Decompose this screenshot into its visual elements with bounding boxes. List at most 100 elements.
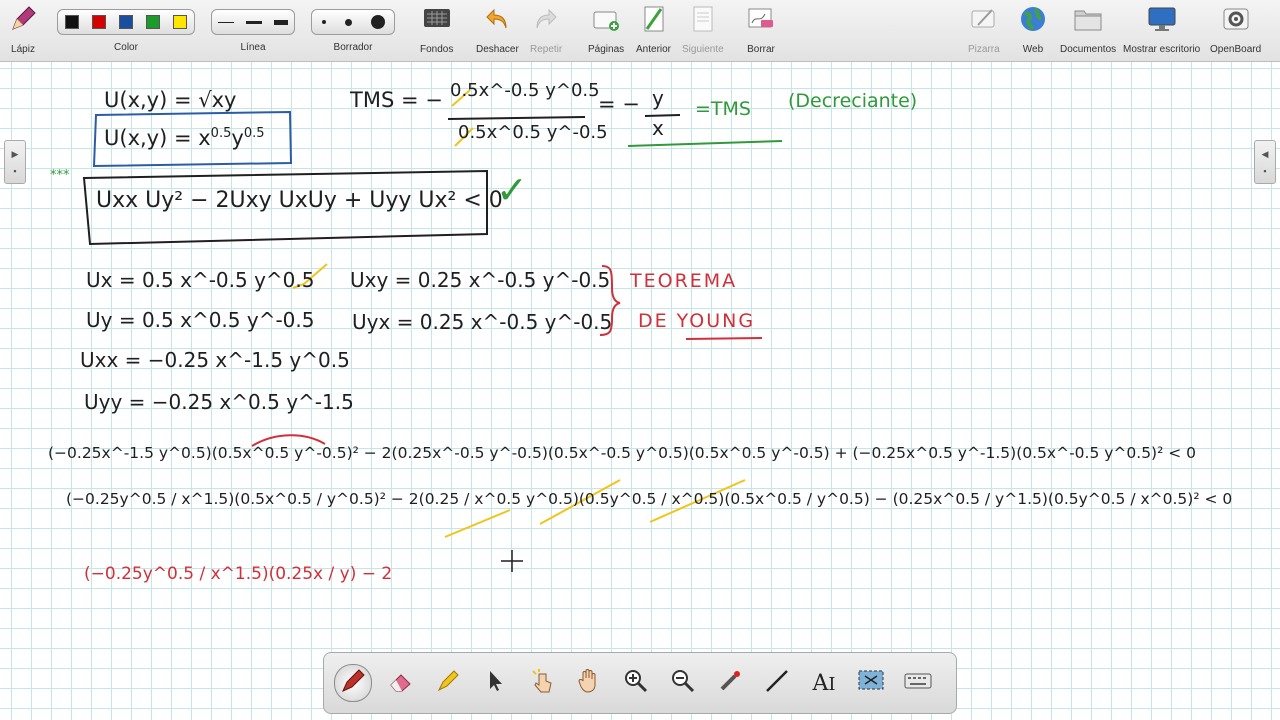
clear-page-icon <box>746 4 776 34</box>
pointer-icon <box>484 669 506 698</box>
color-swatch-yellow[interactable] <box>173 15 188 29</box>
documents-label: Documentos <box>1060 44 1117 55</box>
tms-y: y <box>652 86 664 110</box>
next-page-icon <box>688 4 718 34</box>
text-icon: AI <box>812 670 836 696</box>
documents-button[interactable]: Documentos <box>1060 4 1116 55</box>
zoom-in-tool-button[interactable] <box>618 665 654 701</box>
color-swatch-green[interactable] <box>146 15 161 29</box>
next-page-button[interactable]: Siguiente <box>682 4 724 55</box>
pen-icon <box>8 4 38 34</box>
backgrounds-button[interactable]: Fondos <box>420 4 453 55</box>
tool-palette: AI <box>323 652 957 714</box>
derivative-ux: Ux = 0.5 x^-0.5 y^0.5 <box>86 268 315 292</box>
redo-button[interactable]: Repetir <box>530 4 562 55</box>
pen-label: Lápiz <box>11 44 35 55</box>
openboard-menu-button[interactable]: OpenBoard <box>1210 4 1261 55</box>
main-toolbar: Lápiz Color Línea Borrador Fondos Deshac… <box>0 0 1280 62</box>
tms-fraction-bar <box>447 116 586 120</box>
derivative-uxx: Uxx = −0.25 x^-1.5 y^0.5 <box>80 348 350 372</box>
folder-icon <box>1073 4 1103 34</box>
green-check-icon: ✓ <box>496 168 528 212</box>
utility-power-y: y <box>231 126 244 150</box>
previous-label: Anterior <box>636 44 672 55</box>
line-width-picker[interactable] <box>211 9 295 35</box>
line-tool-button[interactable] <box>759 665 795 701</box>
pen-tool-button[interactable] <box>334 664 372 702</box>
laser-icon <box>717 668 743 699</box>
laser-tool-button[interactable] <box>712 665 748 701</box>
hand-icon <box>577 668 601 699</box>
derivative-uyy: Uyy = −0.25 x^0.5 y^-1.5 <box>84 390 354 414</box>
pen-tool[interactable]: Lápiz <box>8 4 38 55</box>
tms-prefix: TMS = − <box>350 88 443 112</box>
pages-label: Páginas <box>588 44 625 55</box>
color-swatch-black[interactable] <box>64 15 79 29</box>
eraser-label: Borrador <box>333 42 373 53</box>
eraser-small[interactable] <box>321 20 326 24</box>
color-label: Color <box>114 42 138 53</box>
zoom-out-tool-button[interactable] <box>665 665 701 701</box>
tms-numerator: 0.5x^-0.5 y^0.5 <box>450 80 600 101</box>
zoom-in-icon <box>623 668 649 699</box>
tms-equals: = − <box>598 92 640 116</box>
board-mode-button[interactable]: Pizarra <box>968 4 1000 55</box>
tms-result: =TMS <box>695 98 751 120</box>
zoom-out-icon <box>670 668 696 699</box>
young-underline <box>685 337 763 340</box>
redo-label: Repetir <box>530 44 563 55</box>
hand-tool-button[interactable] <box>571 665 607 701</box>
eraser-medium[interactable] <box>344 18 352 26</box>
capture-tool-button[interactable] <box>853 665 889 701</box>
undo-label: Deshacer <box>476 44 519 55</box>
yellow-strike-3 <box>444 509 511 538</box>
interact-tool-button[interactable] <box>524 665 560 701</box>
web-button[interactable]: Web <box>1018 4 1048 55</box>
utility-power-exp-y: 0.5 <box>243 126 265 141</box>
fractional-condition: (−0.25y^0.5 / x^1.5)(0.5x^0.5 / y^0.5)² … <box>66 490 1233 508</box>
color-picker[interactable] <box>57 9 195 35</box>
line-label: Línea <box>240 42 266 53</box>
clear-page-button[interactable]: Borrar <box>746 4 776 55</box>
utility-power-base: U(x,y) = x <box>104 126 211 150</box>
derivative-uxy: Uxy = 0.25 x^-0.5 y^-0.5 <box>350 268 611 292</box>
line-thick[interactable] <box>274 19 288 25</box>
expanded-condition: (−0.25x^-1.5 y^0.5)(0.5x^0.5 y^-0.5)² − … <box>48 444 1197 462</box>
globe-icon <box>1018 4 1048 34</box>
theorem-title-line1: TEOREMA <box>630 270 738 292</box>
color-swatch-red[interactable] <box>91 15 106 29</box>
whiteboard-canvas[interactable]: ▶ ▪ ◀ ▪ U(x,y) = √xy U(x,y) = x0.5y0.5 T… <box>0 62 1280 720</box>
pen-icon <box>340 668 366 699</box>
undo-button[interactable]: Deshacer <box>476 4 519 55</box>
red-working-step: (−0.25y^0.5 / x^1.5)(0.25x / y) − 2 <box>84 564 393 584</box>
keyboard-tool-button[interactable] <box>900 665 936 701</box>
pointer-tool-button[interactable] <box>477 665 513 701</box>
line-thin[interactable] <box>218 21 234 23</box>
eraser-tool-button[interactable] <box>383 665 419 701</box>
eraser-size-picker[interactable] <box>311 9 395 35</box>
show-desktop-button[interactable]: Mostrar escritorio <box>1123 4 1200 55</box>
desktop-label: Mostrar escritorio <box>1123 44 1201 55</box>
eraser-large[interactable] <box>370 15 385 29</box>
tms-underline <box>627 140 783 147</box>
next-label: Siguiente <box>682 44 724 55</box>
previous-page-button[interactable]: Anterior <box>636 4 671 55</box>
highlighter-tool-button[interactable] <box>430 665 466 701</box>
line-medium[interactable] <box>246 20 262 24</box>
pages-button[interactable]: Páginas <box>588 4 624 55</box>
add-page-icon <box>591 4 621 34</box>
gear-icon <box>1221 4 1251 34</box>
interact-icon <box>530 668 554 699</box>
text-tool-button[interactable]: AI <box>806 665 842 701</box>
keyboard-icon <box>904 671 932 696</box>
capture-icon <box>857 668 885 699</box>
theorem-title-line2: DE YOUNG <box>638 310 756 332</box>
tms-x: x <box>652 116 664 140</box>
monitor-icon <box>1147 4 1177 34</box>
previous-page-icon <box>639 4 669 34</box>
color-swatch-blue[interactable] <box>118 15 133 29</box>
utility-power-form: U(x,y) = x0.5y0.5 <box>104 126 265 150</box>
tms-decreasing-note: (Decreciante) <box>788 90 918 112</box>
highlighter-icon <box>435 668 461 699</box>
derivative-uyx: Uyx = 0.25 x^-0.5 y^-0.5 <box>352 310 613 334</box>
